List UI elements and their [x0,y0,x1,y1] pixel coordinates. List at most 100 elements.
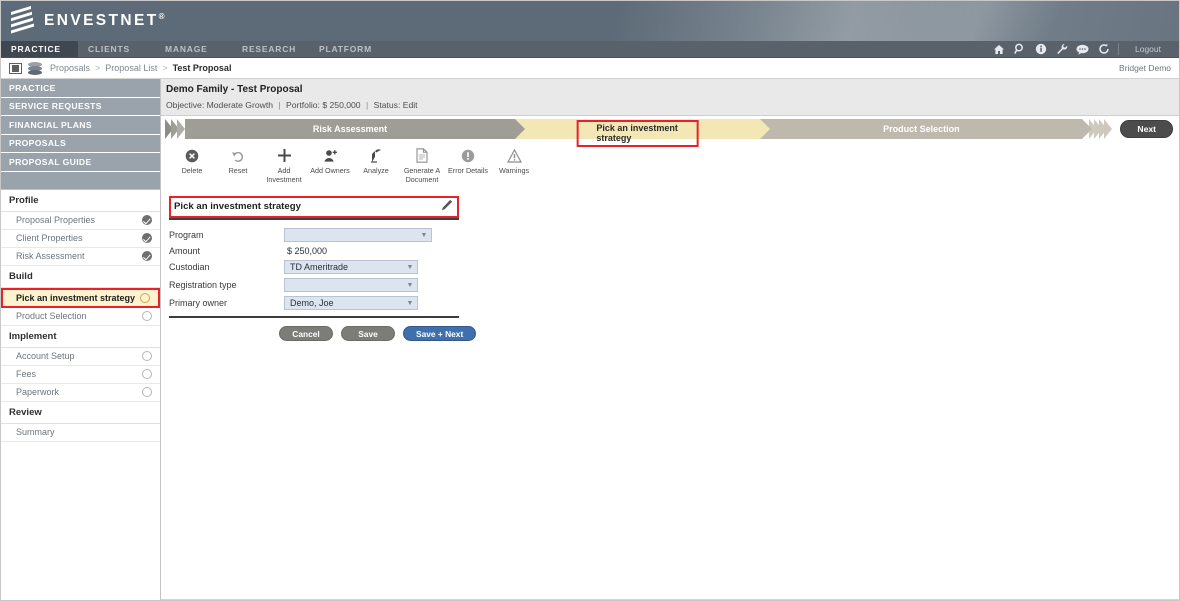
workflow-steps: Risk Assessment Pick an investment strat… [161,116,1179,147]
sidebar-group-profile: Profile [1,190,160,212]
program-label: Program [169,230,204,240]
proposal-meta: Objective: Moderate Growth | Portfolio: … [166,100,1179,110]
nav-tab-manage[interactable]: MANAGE [155,41,232,57]
search-icon[interactable] [1009,41,1030,58]
primary-owner-select[interactable]: Demo, Joe ▼ [284,296,418,310]
form-buttons: Cancel Save Save + Next [169,326,1179,341]
info-icon[interactable] [1030,41,1051,58]
analyze-icon [369,147,383,164]
sidebar-item-label: Paperwork [16,387,60,397]
current-user-label: Bridget Demo [1119,63,1171,73]
sidebar-module-proposal-guide[interactable]: PROPOSAL GUIDE [1,153,160,172]
step-product-selection[interactable]: Product Selection [760,119,1093,139]
program-select[interactable]: ▼ [284,228,432,242]
pending-circle-icon [142,369,152,379]
registration-type-select[interactable]: ▼ [284,278,418,292]
form-row-primary-owner: Primary owner Demo, Joe ▼ [169,294,432,312]
sidebar-item-paperwork[interactable]: Paperwork [1,384,160,402]
pending-circle-icon [142,311,152,321]
nav-divider [1118,43,1119,55]
breadcrumb-item-proposal-list[interactable]: Proposal List [105,63,157,73]
pencil-icon[interactable] [441,199,453,214]
sidebar-item-client-properties[interactable]: Client Properties [1,230,160,248]
reset-tool[interactable]: Reset [215,145,261,184]
breadcrumb-separator: > [95,63,101,73]
sidebar-item-account-setup[interactable]: Account Setup [1,348,160,366]
current-step-circle-icon [140,292,150,303]
custodian-select[interactable]: TD Ameritrade ▼ [284,260,418,274]
home-icon[interactable] [988,41,1009,58]
objective-label: Objective: [166,100,205,110]
refresh-icon[interactable] [1093,41,1114,58]
sidebar-group-build: Build [1,266,160,288]
sidebar-item-proposal-properties[interactable]: Proposal Properties [1,212,160,230]
nav-tab-practice[interactable]: PRACTICE [1,41,78,57]
save-next-button[interactable]: Save + Next [403,326,477,341]
sidebar-module-proposals[interactable]: PROPOSALS [1,134,160,153]
nav-tab-clients[interactable]: CLIENTS [78,41,155,57]
nav-tab-research[interactable]: RESEARCH [232,41,309,57]
add-investment-tool[interactable]: Add Investment [261,145,307,184]
sidebar-module-service-requests[interactable]: SERVICE REQUESTS [1,97,160,116]
sidebar-module-financial-plans[interactable]: FINANCIAL PLANS [1,116,160,135]
brand-bar: ENVESTNET® [1,1,1179,41]
sidebar-item-summary[interactable]: Summary [1,424,160,442]
page-title: Demo Family - Test Proposal [166,84,303,95]
breadcrumb-item-proposals[interactable]: Proposals [50,63,90,73]
step-pick-an-investment-strategy[interactable]: Pick an investment strategy [515,119,771,147]
save-button[interactable]: Save [341,326,395,341]
form-row-custodian: Custodian TD Ameritrade ▼ [169,258,432,276]
custodian-label: Custodian [169,262,210,272]
error-details-tool[interactable]: Error Details [445,145,491,184]
complete-check-icon [142,251,152,261]
section-title: Pick an investment strategy [174,201,301,212]
step-label: Product Selection [883,124,960,134]
sidebar-item-product-selection[interactable]: Product Selection [1,308,160,326]
sidebar-group-review: Review [1,402,160,424]
analyze-tool[interactable]: Analyze [353,145,399,184]
cancel-button[interactable]: Cancel [279,326,333,341]
custodian-value: TD Ameritrade [290,262,349,272]
sidebar-module-filler [1,171,160,190]
left-sidebar: PRACTICE SERVICE REQUESTS FINANCIAL PLAN… [1,79,161,600]
form-row-amount: Amount $ 250,000 [169,244,432,258]
complete-check-icon [142,233,152,243]
warnings-tool[interactable]: Warnings [491,145,537,184]
form-row-program: Program ▼ [169,226,432,244]
document-icon [416,147,428,164]
objective-value: Moderate Growth [206,100,274,110]
add-owners-tool[interactable]: Add Owners [307,145,353,184]
chevron-down-icon: ▼ [420,231,428,239]
section-header: Pick an investment strategy [169,196,459,218]
step-risk-assessment[interactable]: Risk Assessment [185,119,525,139]
envestnet-logo[interactable]: ENVESTNET® [1,5,165,34]
sidebar-item-pick-an-investment-strategy[interactable]: Pick an investment strategy [1,287,160,308]
status-label: Status: [373,100,401,110]
portfolio-value: $ 250,000 [322,100,361,110]
tool-label: Delete [181,166,203,175]
step-highlight-box: Pick an investment strategy [576,120,700,147]
delete-tool[interactable]: Delete [169,145,215,184]
tool-label: Reset [228,166,248,175]
collapse-panel-icon[interactable] [9,62,22,74]
step-label: Pick an investment strategy [596,123,678,143]
steps-leading-chevrons-icon [165,119,185,139]
sidebar-item-label: Proposal Properties [16,215,96,225]
sidebar-module-practice[interactable]: PRACTICE [1,79,160,98]
sidebar-item-label: Risk Assessment [16,251,85,261]
logout-button[interactable]: Logout [1123,44,1173,54]
tool-label: Add Investment [266,166,302,184]
tool-label: Analyze [363,166,389,175]
sidebar-item-fees[interactable]: Fees [1,366,160,384]
nav-tab-platform[interactable]: PLATFORM [309,41,386,57]
chat-icon[interactable] [1072,41,1093,58]
tool-label: Generate A Document [403,166,441,184]
wrench-icon[interactable] [1051,41,1072,58]
next-button[interactable]: Next [1120,120,1173,138]
page-body: PRACTICE SERVICE REQUESTS FINANCIAL PLAN… [1,79,1179,600]
person-plus-icon [323,147,338,164]
sidebar-item-label: Client Properties [16,233,83,243]
generate-document-tool[interactable]: Generate A Document [399,145,445,184]
sidebar-item-risk-assessment[interactable]: Risk Assessment [1,248,160,266]
step-label: Risk Assessment [312,124,388,134]
